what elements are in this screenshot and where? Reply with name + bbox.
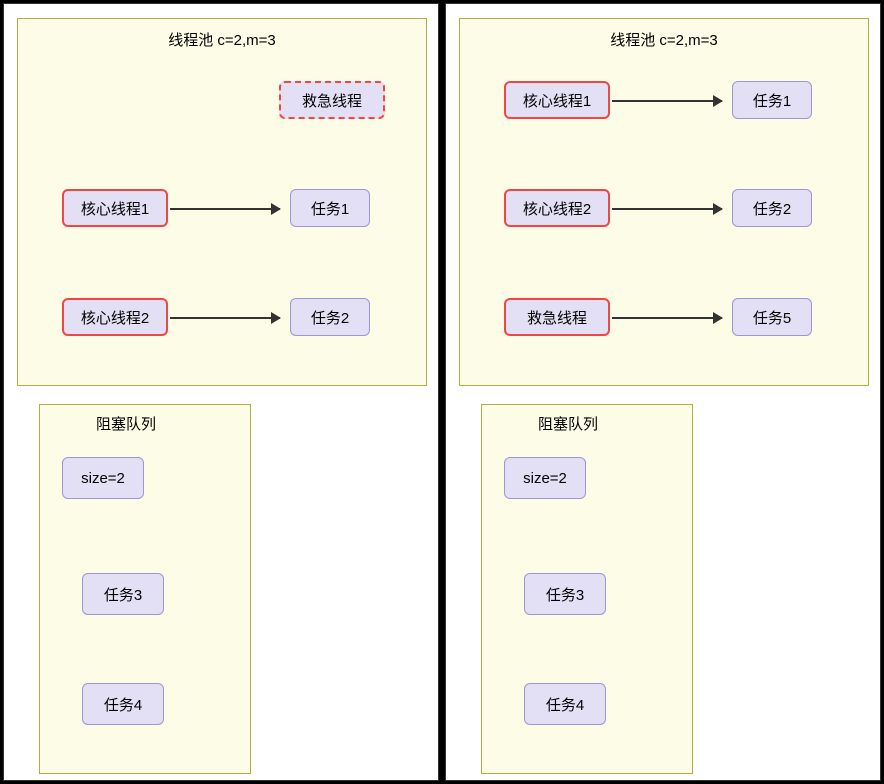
pool-title: 线程池 c=2,m=3 [18,29,426,50]
blocking-queue-box: 阻塞队列 size=2 任务3 任务4 [39,404,251,774]
emergency-thread-idle: 救急线程 [279,81,385,119]
core-thread-2: 核心线程2 [62,298,168,336]
panel-state-5: 5 线程池 c=2,m=3 核心线程1 任务1 核心线程2 任务2 救急线程 任… [445,3,881,781]
queue-item: 任务3 [524,573,606,615]
task-node-2: 任务2 [290,298,370,336]
queue-title: 阻塞队列 [538,413,598,434]
arrow-icon [612,208,722,210]
thread-pool-box: 线程池 c=2,m=3 核心线程1 任务1 核心线程2 任务2 救急线程 任务5 [459,18,869,386]
queue-item: 任务4 [524,683,606,725]
core-thread-1: 核心线程1 [62,189,168,227]
arrow-icon [612,317,722,319]
blocking-queue-box: 阻塞队列 size=2 任务3 任务4 [481,404,693,774]
panel-state-4: 4 线程池 c=2,m=3 救急线程 核心线程1 任务1 核心线程2 任务2 阻… [3,3,439,781]
pool-title: 线程池 c=2,m=3 [460,29,868,50]
queue-size: size=2 [62,457,144,499]
queue-title: 阻塞队列 [96,413,156,434]
task-node-5: 任务5 [732,298,812,336]
arrow-icon [170,317,280,319]
queue-item: 任务3 [82,573,164,615]
queue-item: 任务4 [82,683,164,725]
emergency-thread-active: 救急线程 [504,298,610,336]
arrow-icon [170,208,280,210]
queue-size: size=2 [504,457,586,499]
core-thread-2: 核心线程2 [504,189,610,227]
thread-pool-box: 线程池 c=2,m=3 救急线程 核心线程1 任务1 核心线程2 任务2 [17,18,427,386]
task-node-2: 任务2 [732,189,812,227]
core-thread-1: 核心线程1 [504,81,610,119]
task-node-1: 任务1 [732,81,812,119]
task-node-1: 任务1 [290,189,370,227]
arrow-icon [612,100,722,102]
